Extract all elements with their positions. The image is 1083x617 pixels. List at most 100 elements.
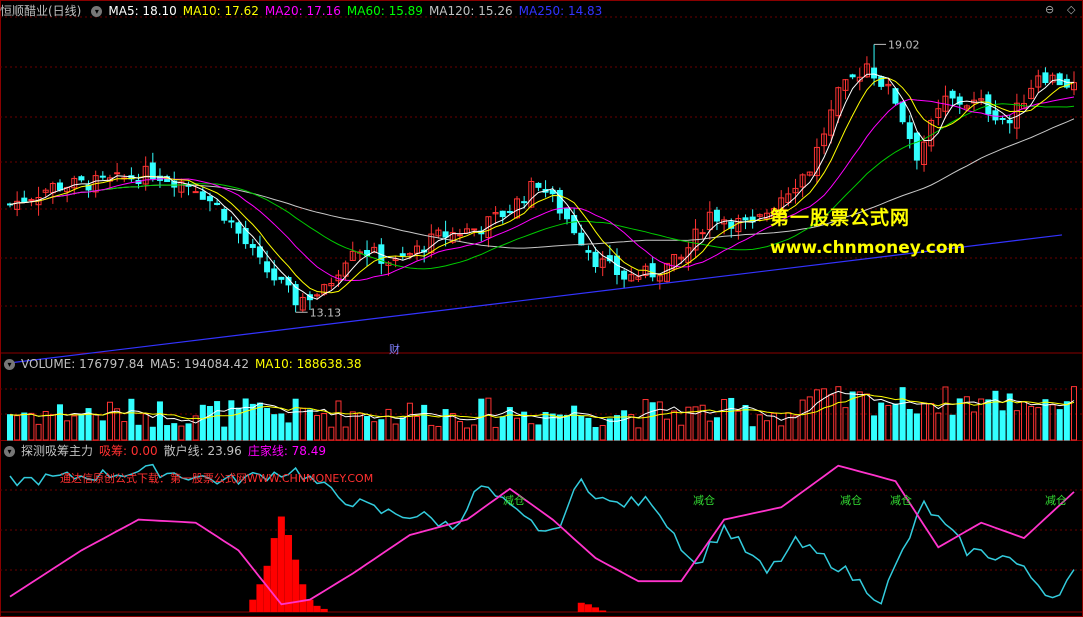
- volume-bar: [221, 426, 228, 441]
- volume-bar: [256, 402, 263, 441]
- volume-bar: [56, 404, 63, 441]
- absorb-bar: [584, 604, 592, 612]
- volume-bar: [835, 386, 842, 441]
- volume-bar: [456, 421, 463, 441]
- reduce-label-2: 减仓: [693, 494, 715, 507]
- watermark-site-name: 第一股票公式网: [770, 207, 911, 229]
- candle-body: [235, 222, 242, 234]
- ma60-value: MA60: 15.89: [346, 4, 423, 18]
- candle-body: [649, 263, 656, 278]
- volume-bar: [992, 390, 999, 441]
- volume-bar: [928, 403, 935, 441]
- volume-bar: [278, 413, 285, 441]
- volume-bar: [728, 397, 735, 441]
- diamond-icon[interactable]: ◇: [1067, 3, 1075, 16]
- reduce-label-3: 减仓: [840, 494, 862, 507]
- volume-bar: [999, 410, 1006, 441]
- volume-bar: [299, 407, 306, 441]
- volume-bar: [199, 404, 206, 441]
- candle-body: [56, 182, 63, 191]
- ma20-value: MA20: 17.16: [264, 4, 341, 18]
- volume-bar: [114, 408, 121, 441]
- volume-bar: [978, 398, 985, 441]
- absorb-bar: [249, 599, 257, 612]
- volume-bar: [949, 414, 956, 441]
- volume-bar: [721, 399, 728, 441]
- volume-toggle-icon[interactable]: ▾: [4, 358, 15, 370]
- chart-frame: [0, 0, 1083, 617]
- candle-body: [556, 190, 563, 214]
- volume-bar: [64, 420, 71, 441]
- volume-bar: [628, 414, 635, 441]
- absorb-bar: [284, 535, 292, 612]
- indicator-panel-toggle-icon[interactable]: ▾: [4, 445, 15, 457]
- volume-bar: [264, 407, 271, 441]
- volume-bar: [563, 414, 570, 441]
- dealer-line-value: 庄家线: 78.49: [247, 444, 327, 458]
- volume-bar: [514, 417, 521, 441]
- volume-bar: [756, 414, 763, 441]
- candle-body: [499, 210, 506, 218]
- candle-body: [249, 244, 256, 248]
- absorb-bar: [256, 584, 264, 612]
- volume-bar: [178, 425, 185, 441]
- absorb-bar: [292, 559, 300, 612]
- volume-bar: [149, 426, 156, 441]
- volume-bar: [649, 402, 656, 441]
- candle-body: [264, 261, 271, 273]
- absorb-bar: [577, 602, 585, 612]
- volume-bar: [1071, 386, 1077, 441]
- volume-bar: [749, 426, 756, 441]
- candle-body: [713, 209, 720, 222]
- candle-body: [871, 67, 878, 79]
- candle-body: [471, 228, 478, 231]
- volume-bar: [399, 417, 406, 441]
- volume-bar: [121, 421, 128, 441]
- finance-marker[interactable]: 财: [389, 341, 400, 357]
- candle-body: [621, 270, 628, 280]
- volume-bar: [778, 425, 785, 441]
- volume-bar: [435, 425, 442, 441]
- volume-bar: [913, 413, 920, 441]
- candle-body: [206, 196, 213, 202]
- volume-bar: [506, 407, 513, 441]
- volume-bar: [128, 398, 135, 441]
- volume-bar: [1028, 405, 1035, 441]
- volume-bar: [906, 408, 913, 441]
- candle-body: [21, 197, 28, 203]
- reduce-label-1: 减仓: [503, 494, 525, 507]
- candle-body: [506, 210, 513, 213]
- ma120-value: MA120: 15.26: [428, 4, 513, 18]
- watermark-url: www.chnmoney.com: [770, 238, 966, 258]
- candle-body: [899, 101, 906, 123]
- volume-value: VOLUME: 176797.84: [21, 357, 144, 371]
- zoom-out-icon[interactable]: ⊖: [1045, 3, 1054, 16]
- price-annotation: 13.13: [310, 306, 342, 319]
- candle-body: [78, 176, 85, 181]
- candle-body: [742, 217, 749, 221]
- volume-bar: [364, 416, 371, 441]
- indicator-toggle-icon[interactable]: ▾: [91, 5, 103, 17]
- ma250-value: MA250: 14.83: [518, 4, 603, 18]
- main-chart-header: 恒顺醋业(日线) ▾ MA5: 18.10 MA10: 17.62 MA20: …: [0, 2, 608, 20]
- volume-bar: [806, 396, 813, 441]
- volume-bar: [921, 402, 928, 441]
- ad-text: 通达信原创公式下载：第一股票公式网WWW.CHNMONEY.COM: [60, 472, 374, 485]
- volume-bar: [585, 417, 592, 441]
- candle-body: [949, 90, 956, 99]
- candle-body: [221, 208, 228, 221]
- candle-body: [114, 172, 121, 175]
- volume-bar: [192, 415, 199, 441]
- volume-bar: [78, 413, 85, 441]
- volume-bar: [706, 420, 713, 441]
- indicator-name: 探测吸筹主力: [21, 444, 94, 458]
- volume-ma5-value: MA5: 194084.42: [150, 357, 249, 371]
- volume-bar: [228, 400, 235, 441]
- absorb-bar: [313, 605, 321, 612]
- volume-bar: [613, 415, 620, 441]
- volume-bar: [214, 401, 221, 441]
- volume-bar: [828, 394, 835, 441]
- dealer-line: [9, 464, 1075, 606]
- volume-bar: [956, 398, 963, 441]
- absorb-bar: [320, 608, 328, 612]
